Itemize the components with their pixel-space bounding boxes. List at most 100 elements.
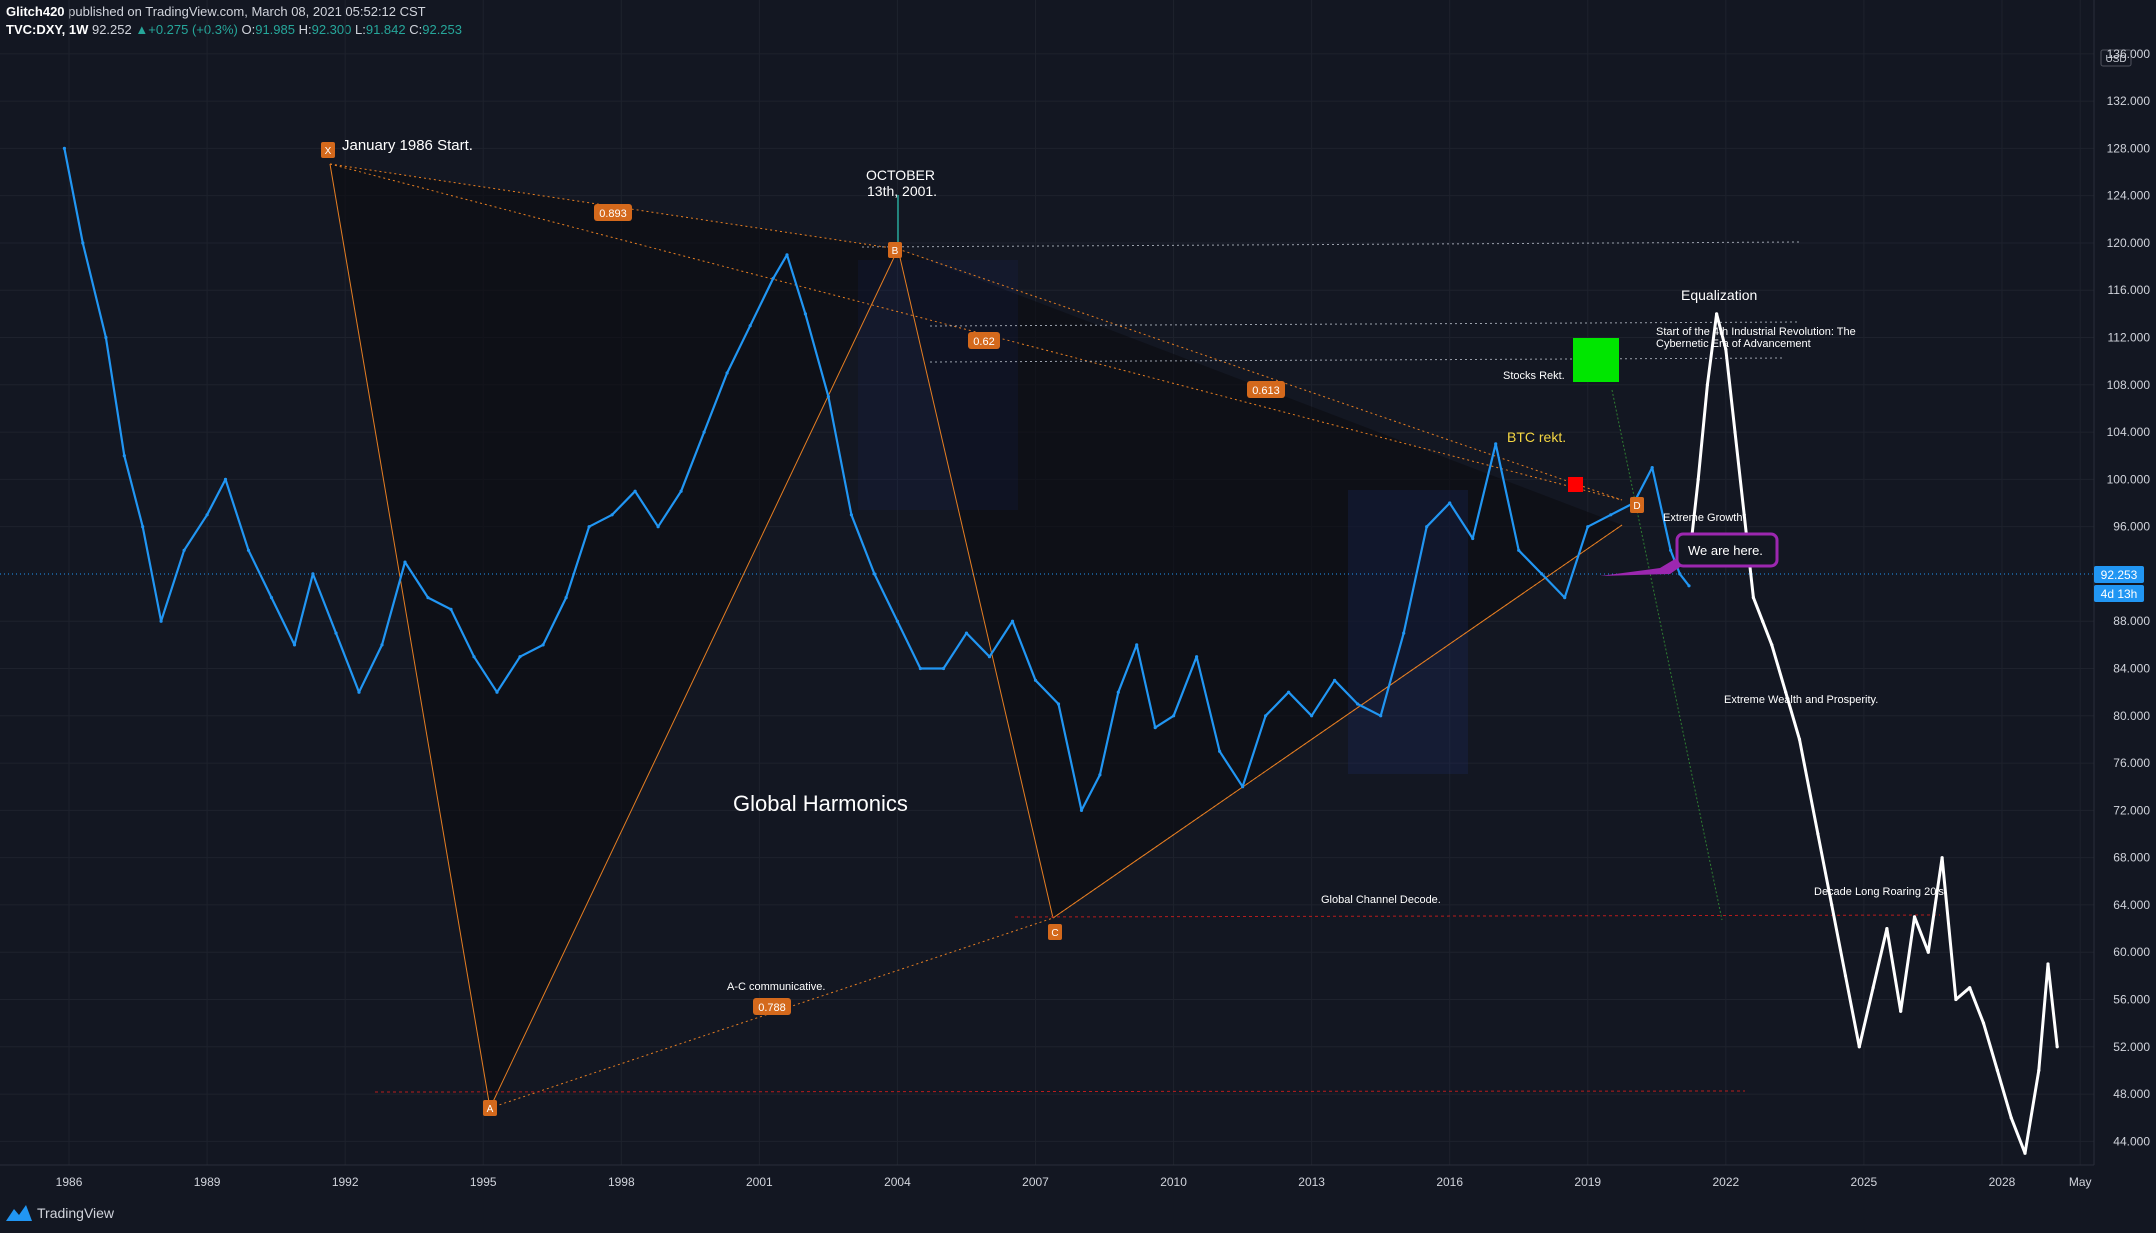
price-tick-label: 104.000 — [2107, 425, 2151, 439]
time-tick-label: 2028 — [1989, 1175, 2016, 1189]
series-historical-point — [1425, 525, 1429, 529]
chart-canvas[interactable]: January 1986 Start. OCTOBER 13th, 2001. … — [0, 0, 2156, 1233]
channel-box — [1348, 490, 1468, 774]
series-historical-point — [1687, 584, 1691, 588]
series-historical-point — [1172, 714, 1176, 718]
series-historical-point — [1609, 513, 1613, 517]
annotation-13th-2001: 13th, 2001. — [867, 183, 937, 199]
time-tick-label: 2010 — [1160, 1175, 1187, 1189]
price-tick-label: 128.000 — [2107, 141, 2151, 155]
series-historical-point — [987, 655, 992, 659]
series-projection-point — [2037, 1068, 2041, 1072]
annotation-global-channel: Global Channel Decode. — [1321, 894, 1441, 906]
series-projection-point — [1830, 903, 1834, 907]
series-historical-point — [872, 572, 877, 576]
point-b-label: B — [892, 246, 899, 257]
time-tick-label: 2013 — [1298, 1175, 1325, 1189]
price-tick-label: 76.000 — [2113, 756, 2150, 770]
price-tick-label: 88.000 — [2113, 614, 2150, 628]
series-projection-point — [1899, 1009, 1903, 1013]
series-historical-point — [472, 655, 476, 659]
series-projection-point — [1995, 1068, 1999, 1072]
series-projection-point — [1981, 1021, 1986, 1025]
price-tick-label: 80.000 — [2113, 709, 2150, 723]
time-tick-label: 1995 — [470, 1175, 497, 1189]
series-historical-point — [1116, 690, 1120, 694]
series-historical-point — [610, 513, 614, 517]
series-historical-point — [964, 631, 969, 635]
series-historical-point — [1079, 808, 1084, 813]
series-historical-point — [1153, 726, 1157, 730]
annotation-ac-communicative: A-C communicative. — [727, 981, 825, 993]
series-historical-point — [1494, 442, 1498, 446]
countdown-badge-text: 4d 13h — [2101, 587, 2138, 601]
annotation-industrial-1: Start of the 4th Industrial Revolution: … — [1656, 326, 1856, 338]
series-historical-point — [246, 548, 251, 552]
time-tick-label: 2016 — [1436, 1175, 1463, 1189]
series-historical-point — [541, 643, 545, 647]
price-tick-label: 68.000 — [2113, 851, 2150, 865]
series-historical-point — [1098, 773, 1102, 777]
series-historical-point — [918, 666, 923, 671]
series-historical-point — [1563, 596, 1567, 600]
series-historical-point — [1678, 572, 1682, 576]
tradingview-logo[interactable]: TradingView — [6, 1205, 114, 1221]
annotation-roaring-20s: Decade Long Roaring 20's. — [1814, 886, 1947, 898]
pattern-shapes — [330, 164, 1622, 1108]
series-historical-point — [122, 454, 126, 458]
series-projection-point — [1816, 832, 1820, 836]
series-projection-point — [1968, 986, 1972, 990]
series-projection-point — [2055, 1045, 2059, 1049]
series-historical-point — [518, 655, 522, 659]
series-historical-point — [426, 596, 430, 600]
series-historical-point — [449, 607, 453, 612]
annotation-we-are-here: We are here. — [1688, 543, 1763, 558]
series-historical-point — [633, 489, 637, 493]
point-c-label: C — [1051, 928, 1058, 939]
stocks-rekt-box[interactable] — [1573, 338, 1619, 382]
price-tick-label: 48.000 — [2113, 1087, 2150, 1101]
annotation-industrial-2: Cybernetic Era of Advancement — [1656, 338, 1811, 350]
series-historical-point — [311, 572, 315, 576]
annotation-october: OCTOBER — [866, 167, 935, 183]
series-historical-point — [1056, 702, 1061, 706]
annotation-stocks-rekt: Stocks Rekt. — [1503, 370, 1565, 382]
series-historical-point — [702, 430, 706, 434]
price-tick-label: 84.000 — [2113, 662, 2150, 676]
ratio-text-0788: 0.788 — [758, 1002, 786, 1014]
series-projection-point — [1912, 915, 1917, 919]
series-projection-point — [1797, 737, 1802, 742]
series-historical-point — [849, 513, 854, 517]
series-projection-point — [1715, 312, 1719, 316]
series-historical-point — [357, 690, 361, 694]
series-historical-point — [826, 395, 831, 399]
series-historical-point — [159, 619, 163, 623]
time-tick-label: 2022 — [1712, 1175, 1739, 1189]
series-historical-point — [223, 477, 228, 481]
series-historical-point — [269, 596, 274, 600]
series-historical-point — [334, 631, 338, 635]
series-historical-point — [1471, 536, 1475, 541]
series-projection-point — [1871, 986, 1875, 990]
series-historical-point — [1310, 714, 1314, 718]
point-d-label: D — [1633, 501, 1640, 512]
price-tick-label: 124.000 — [2107, 189, 2151, 203]
series-historical-point — [587, 525, 591, 529]
time-tick-label: 1998 — [608, 1175, 635, 1189]
series-historical-point — [1195, 655, 1199, 659]
series-historical-point — [1402, 631, 1406, 635]
annotation-extreme-growth: Extreme Growth. — [1663, 512, 1746, 524]
price-tick-label: 64.000 — [2113, 898, 2150, 912]
time-tick-label: 2019 — [1574, 1175, 1601, 1189]
annotation-global-harmonics: Global Harmonics — [733, 791, 908, 816]
price-tick-label: 52.000 — [2113, 1040, 2150, 1054]
red-line-c — [1014, 914, 1941, 918]
time-tick-label: 2025 — [1851, 1175, 1878, 1189]
btc-rekt-box[interactable] — [1568, 477, 1583, 492]
price-tick-label: 72.000 — [2113, 803, 2150, 817]
series-historical-point — [1333, 678, 1337, 682]
series-projection-point — [1733, 430, 1737, 434]
series-historical-point — [748, 324, 752, 328]
series-historical-point — [1540, 572, 1544, 576]
price-tick-label: 116.000 — [2108, 283, 2151, 297]
